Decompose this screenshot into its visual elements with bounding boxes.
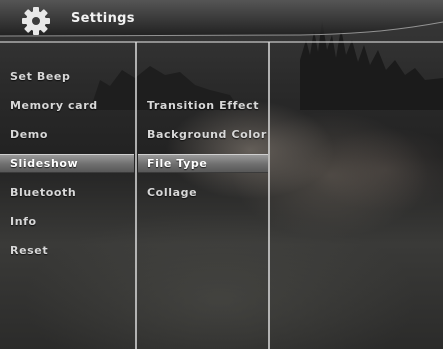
submenu-item-transition-effect[interactable]: Transition Effect bbox=[138, 91, 268, 120]
menu-item-info[interactable]: Info bbox=[0, 207, 134, 236]
menu-item-label: Demo bbox=[10, 128, 49, 141]
page-title: Settings bbox=[71, 11, 135, 26]
menu-item-reset[interactable]: Reset bbox=[0, 236, 134, 265]
menu-item-label: Bluetooth bbox=[10, 186, 77, 199]
submenu-item-label: Background Color bbox=[147, 128, 267, 141]
header-swoosh bbox=[0, 0, 443, 37]
submenu-item-label: Transition Effect bbox=[147, 99, 260, 112]
menu-item-label: Set Beep bbox=[10, 70, 71, 83]
settings-screen: Settings Set Beep Memory card Demo Slide… bbox=[0, 0, 443, 349]
gear-icon bbox=[22, 7, 50, 35]
menu-item-label: Reset bbox=[10, 244, 49, 257]
header-bar: Settings bbox=[0, 0, 443, 38]
menu-item-slideshow[interactable]: Slideshow bbox=[0, 149, 134, 178]
submenu-item-file-type[interactable]: File Type bbox=[138, 149, 268, 178]
slideshow-submenu: Transition Effect Background Color File … bbox=[138, 91, 268, 207]
submenu-item-background-color[interactable]: Background Color bbox=[138, 120, 268, 149]
menu-item-set-beep[interactable]: Set Beep bbox=[0, 62, 134, 91]
menu-item-bluetooth[interactable]: Bluetooth bbox=[0, 178, 134, 207]
menu-item-memory-card[interactable]: Memory card bbox=[0, 91, 134, 120]
column-divider-1 bbox=[135, 42, 137, 349]
submenu-item-label: File Type bbox=[147, 157, 208, 170]
column-divider-2 bbox=[268, 42, 270, 349]
submenu-item-label: Collage bbox=[147, 186, 198, 199]
main-menu: Set Beep Memory card Demo Slideshow Blue… bbox=[0, 62, 134, 265]
menu-item-demo[interactable]: Demo bbox=[0, 120, 134, 149]
menu-item-label: Slideshow bbox=[10, 157, 79, 170]
submenu-item-collage[interactable]: Collage bbox=[138, 178, 268, 207]
header-divider bbox=[0, 41, 443, 43]
menu-item-label: Info bbox=[10, 215, 37, 228]
menu-item-label: Memory card bbox=[10, 99, 98, 112]
